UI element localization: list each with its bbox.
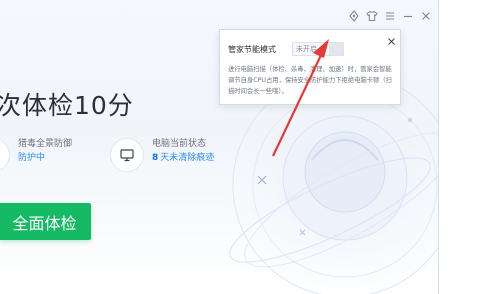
toggle-state-label: 未开启 xyxy=(296,45,317,53)
computer-status[interactable]: 电脑当前状态 8 天未清除痕迹 xyxy=(110,138,214,172)
days-count: 8 xyxy=(152,153,159,163)
power-saving-popup: 管家节能模式 未开启 进行电脑扫描（体检、杀毒、清理、加速）时，管家会智能调节自… xyxy=(219,29,401,105)
popup-close-icon[interactable] xyxy=(387,31,396,45)
close-icon[interactable] xyxy=(420,10,432,22)
toggle-knob xyxy=(329,43,343,55)
shirt-icon[interactable] xyxy=(366,10,378,22)
popup-description: 进行电脑扫描（体检、杀毒、清理、加速）时，管家会智能调节自身CPU占用，保持安全… xyxy=(228,66,392,95)
protection-label: 猎毒全景防御 xyxy=(18,139,73,149)
health-score-headline: 次体检10分 xyxy=(0,91,134,120)
full-scan-button[interactable]: 全面体检 xyxy=(0,203,91,240)
protection-status[interactable]: 猎毒全景防御 防护中 xyxy=(0,138,72,172)
protection-value: 防护中 xyxy=(18,153,46,163)
window-controls xyxy=(348,10,432,22)
computer-status-label: 电脑当前状态 xyxy=(152,139,207,149)
popup-title: 管家节能模式 xyxy=(228,44,276,54)
minimize-icon[interactable] xyxy=(402,10,414,22)
shield-icon xyxy=(0,138,10,172)
computer-status-value: 8 天未清除痕迹 xyxy=(152,151,214,165)
menu-icon[interactable] xyxy=(384,10,396,22)
power-saving-toggle[interactable]: 未开启 xyxy=(292,42,344,56)
days-text: 天未清除痕迹 xyxy=(160,153,215,163)
monitor-icon xyxy=(110,138,144,172)
outside-area xyxy=(439,0,484,294)
skin-icon[interactable] xyxy=(348,10,360,22)
